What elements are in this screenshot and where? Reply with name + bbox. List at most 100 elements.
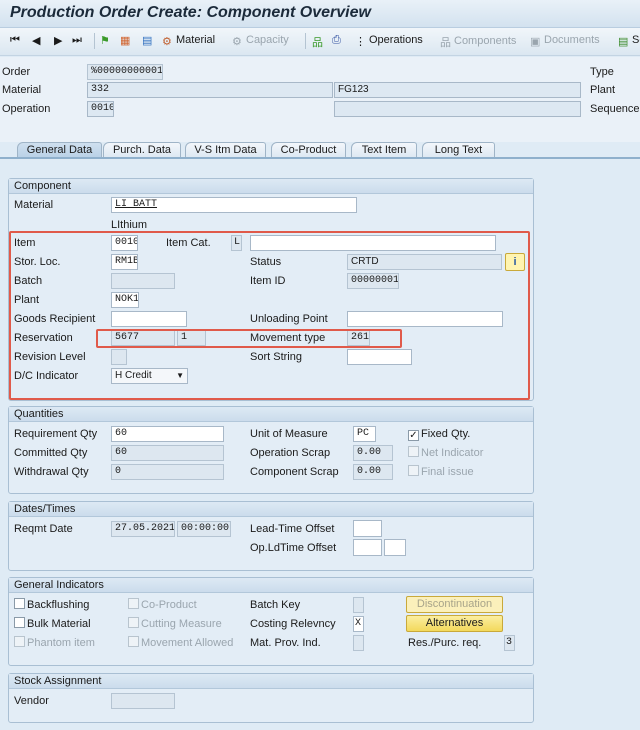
capacity-icon: ⚙: [232, 36, 242, 48]
reqmt-date-label: Reqmt Date: [14, 523, 73, 535]
vendor-field: [111, 693, 175, 709]
sequence-label: Sequence: [590, 103, 640, 115]
capacity-button-label: Capacity: [246, 34, 289, 46]
res-purc-req-field: 3: [504, 635, 515, 651]
item-id-label: Item ID: [250, 275, 286, 287]
status-field: CRTD: [347, 254, 502, 270]
checkbox-icon: [128, 617, 139, 628]
checkbox-icon: [128, 598, 139, 609]
component-material-label: Material: [14, 199, 54, 211]
components-button-label: Components: [454, 35, 517, 47]
comp-scrap-field: 0.00: [353, 464, 393, 480]
header-material-desc: FG123: [334, 82, 581, 98]
costing-relevancy-label: Costing Relevncy: [250, 618, 336, 630]
hierarchy-icon[interactable]: 品: [312, 34, 323, 50]
unloading-point-field[interactable]: [347, 311, 503, 327]
backflushing-checkbox[interactable]: Backflushing: [14, 597, 89, 613]
final-issue-checkbox: Final issue: [408, 464, 474, 480]
comp-scrap-label: Component Scrap: [250, 466, 339, 478]
flag-icon[interactable]: ⚑: [100, 34, 110, 47]
chevron-down-icon: ▼: [176, 371, 184, 380]
lead-time-offset-field[interactable]: [353, 520, 382, 537]
phantom-item-label: Phantom item: [27, 637, 95, 649]
fixed-qty-label: Fixed Qty.: [421, 428, 471, 440]
item-cat-field[interactable]: L: [231, 235, 242, 251]
quantities-group-title: Quantities: [9, 407, 533, 422]
revision-level-field[interactable]: [111, 349, 127, 365]
sort-string-field[interactable]: [347, 349, 412, 365]
cutting-measure-checkbox: Cutting Measure: [128, 616, 222, 632]
toolbar-separator: [94, 33, 95, 49]
uom-field[interactable]: PC: [353, 426, 376, 442]
costing-relevancy-field[interactable]: X: [353, 616, 364, 632]
dc-indicator-dropdown[interactable]: H Credit ▼: [111, 368, 188, 384]
components-icon: 品: [440, 37, 451, 49]
tab-text-item[interactable]: Text Item: [351, 142, 417, 158]
plant-field[interactable]: NOK1: [111, 292, 139, 308]
dates-group-title: Dates/Times: [9, 502, 533, 517]
calendar-icon[interactable]: ▦: [120, 34, 130, 47]
vendor-label: Vendor: [14, 695, 49, 707]
order-field[interactable]: %00000000001: [87, 64, 163, 80]
net-indicator-label: Net Indicator: [421, 447, 484, 459]
material-button-label: Material: [176, 34, 216, 46]
batch-field[interactable]: [111, 273, 175, 289]
info-icon[interactable]: i: [505, 253, 525, 271]
operations-icon: ⋮: [355, 36, 366, 48]
tab-vs-itm-data[interactable]: V-S Itm Data: [185, 142, 266, 158]
op-ld-time-unit-field[interactable]: [384, 539, 406, 556]
item-text-field[interactable]: [250, 235, 496, 251]
tab-strip-line: [0, 157, 640, 159]
checkbox-icon: [408, 465, 419, 476]
requirement-qty-field[interactable]: 60: [111, 426, 224, 442]
checkbox-icon: [14, 617, 25, 628]
last-icon[interactable]: ⏭: [72, 34, 82, 47]
checkbox-icon: [128, 636, 139, 647]
lead-time-offset-label: Lead-Time Offset: [250, 523, 335, 535]
documents-button-label: Documents: [544, 34, 600, 46]
material-button[interactable]: ⚙ Material: [162, 34, 216, 48]
first-icon[interactable]: ⏮: [10, 34, 20, 47]
fixed-qty-checkbox[interactable]: ✓ Fixed Qty.: [408, 426, 470, 442]
documents-icon: ▣: [530, 36, 541, 48]
reqmt-time-field: 00:00:00: [177, 521, 231, 537]
withdrawal-qty-label: Withdrawal Qty: [14, 466, 89, 478]
bulk-material-label: Bulk Material: [27, 618, 91, 630]
stor-loc-field[interactable]: RM1B: [111, 254, 138, 270]
op-ld-time-offset-field[interactable]: [353, 539, 382, 556]
goods-recipient-field[interactable]: [111, 311, 187, 327]
stock-group-title: Stock Assignment: [9, 674, 533, 689]
order-label: Order: [2, 66, 31, 78]
dc-indicator-value: H Credit: [115, 370, 152, 381]
previous-icon[interactable]: ◀: [32, 34, 40, 47]
se-button[interactable]: ▤Se: [618, 34, 640, 48]
tab-co-product[interactable]: Co-Product: [271, 142, 346, 158]
bulk-material-checkbox[interactable]: Bulk Material: [14, 616, 91, 632]
mat-prov-ind-field: [353, 635, 364, 651]
tab-purch-data[interactable]: Purch. Data: [103, 142, 181, 158]
calculator-icon[interactable]: ▤: [142, 34, 152, 47]
checkbox-icon: [14, 598, 25, 609]
reservation-highlight-box: [96, 329, 402, 348]
plant-label: Plant: [14, 294, 40, 306]
next-icon[interactable]: ▶: [54, 34, 62, 47]
tab-long-text[interactable]: Long Text: [422, 142, 495, 158]
co-product-label: Co-Product: [141, 599, 197, 611]
tab-general-data[interactable]: General Data: [17, 142, 102, 158]
item-field[interactable]: 0010: [111, 235, 138, 251]
operation-field[interactable]: 0010: [87, 101, 114, 117]
printer-icon[interactable]: ⎙: [332, 34, 341, 47]
checkbox-icon: [408, 446, 419, 457]
batch-key-field: [353, 597, 364, 613]
withdrawal-qty-field: 0: [111, 464, 224, 480]
component-material-field[interactable]: LI BATT: [111, 197, 357, 213]
documents-button[interactable]: ▣ Documents: [530, 34, 600, 48]
operations-button[interactable]: ⋮ Operations: [355, 34, 423, 48]
header-material-field[interactable]: 332: [87, 82, 333, 98]
item-label: Item: [14, 237, 36, 249]
operations-button-label: Operations: [369, 34, 423, 46]
components-button[interactable]: 品 Components: [440, 34, 517, 49]
capacity-button[interactable]: ⚙ Capacity: [232, 34, 289, 48]
alternatives-button[interactable]: Alternatives: [406, 615, 503, 632]
batch-key-label: Batch Key: [250, 599, 301, 611]
